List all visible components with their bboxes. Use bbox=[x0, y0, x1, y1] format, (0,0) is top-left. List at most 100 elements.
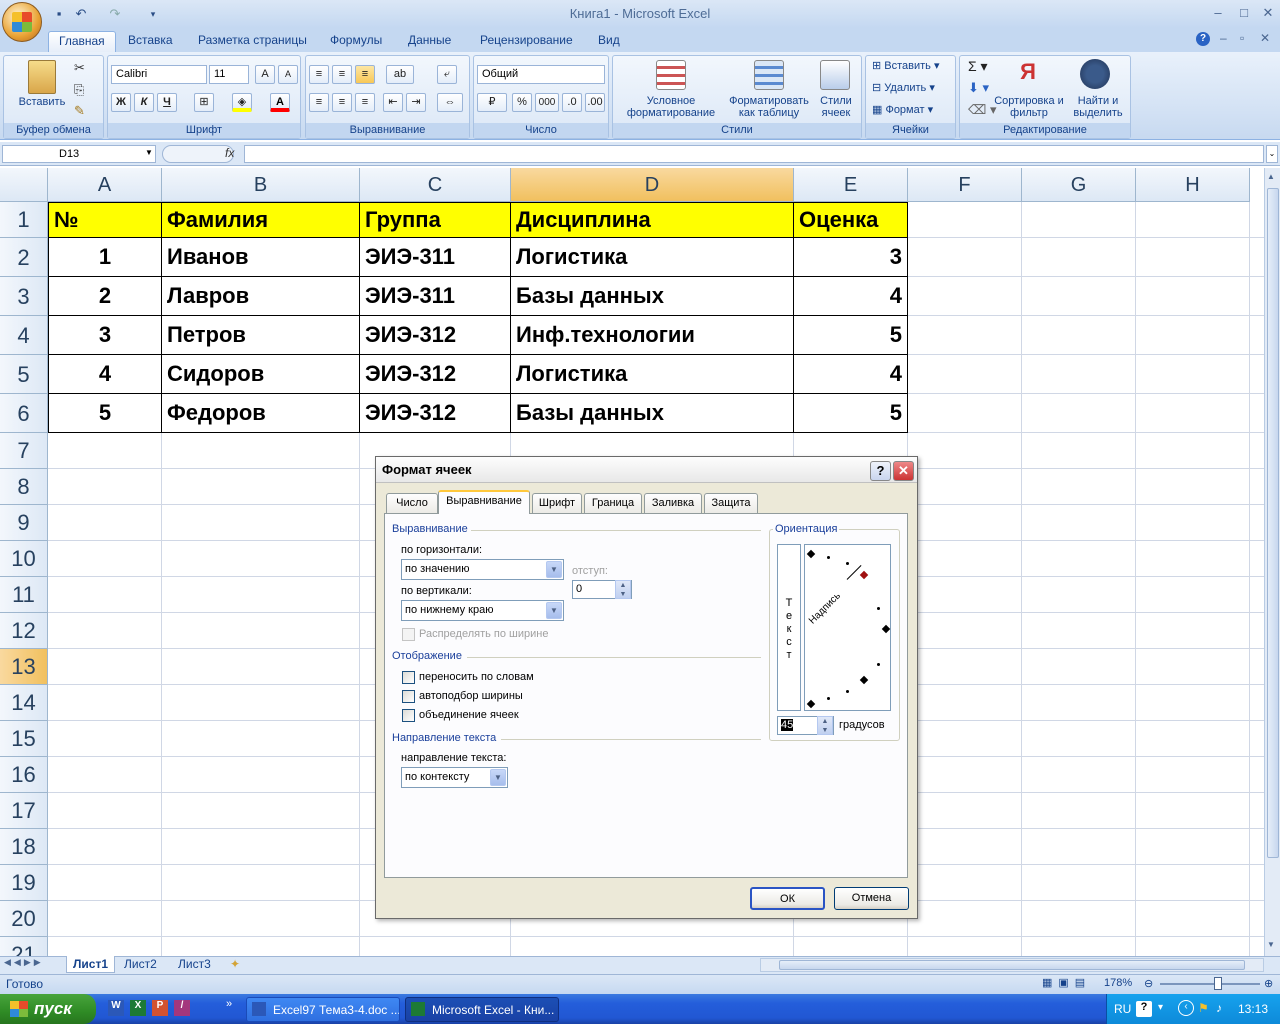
column-header-g[interactable]: G bbox=[1022, 168, 1136, 202]
table-cell[interactable]: ЭИЭ-312 bbox=[360, 316, 511, 355]
sort-filter-button[interactable]: Сортировка и фильтр bbox=[994, 95, 1064, 119]
table-cell[interactable]: Инф.технологии bbox=[511, 316, 794, 355]
scroll-down-icon[interactable]: ▼ bbox=[1267, 940, 1275, 949]
help-icon[interactable]: ? bbox=[1196, 32, 1210, 46]
align-right-icon[interactable]: ≡ bbox=[355, 93, 375, 112]
row-header-11[interactable]: 11 bbox=[0, 577, 48, 613]
column-header-b[interactable]: B bbox=[162, 168, 360, 202]
powerpoint-quicklaunch-icon[interactable]: P bbox=[152, 1000, 168, 1016]
column-header-h[interactable]: H bbox=[1136, 168, 1250, 202]
merge-checkbox[interactable] bbox=[402, 709, 415, 722]
underline-button[interactable]: Ч bbox=[157, 93, 177, 112]
row-header-15[interactable]: 15 bbox=[0, 721, 48, 757]
shrink-font-icon[interactable]: A bbox=[278, 65, 298, 84]
row-header-7[interactable]: 7 bbox=[0, 433, 48, 469]
tray-expand-icon[interactable]: ▾ bbox=[1158, 1002, 1163, 1013]
maximize-icon[interactable]: □ bbox=[1232, 5, 1256, 23]
row-header-19[interactable]: 19 bbox=[0, 865, 48, 901]
network-tray-icon[interactable]: ⚑ bbox=[1198, 1001, 1209, 1015]
delete-cells-button[interactable]: ⊟ Удалить ▾ bbox=[872, 82, 935, 94]
wrap-text-icon[interactable]: ⤶ bbox=[437, 65, 457, 84]
fill-icon[interactable]: ⬇ ▾ bbox=[968, 80, 989, 96]
table-cell[interactable]: Базы данных bbox=[511, 277, 794, 316]
other-quicklaunch-icon[interactable]: / bbox=[174, 1000, 190, 1016]
sheet-tab-2[interactable]: Лист2 bbox=[118, 956, 163, 973]
decrease-decimal-icon[interactable]: .00 bbox=[585, 93, 605, 112]
table-cell[interactable]: ЭИЭ-312 bbox=[360, 355, 511, 394]
minimize-icon[interactable]: – bbox=[1206, 5, 1230, 23]
align-middle-icon[interactable]: ≡ bbox=[332, 65, 352, 84]
table-cell[interactable]: 3 bbox=[794, 238, 908, 277]
merge-center-icon[interactable]: ⇔ bbox=[437, 93, 463, 112]
indent-spin-icon[interactable]: ▲ ▼ bbox=[615, 580, 631, 599]
dialog-tab-border[interactable]: Граница bbox=[584, 493, 642, 513]
increase-indent-icon[interactable]: ⇥ bbox=[406, 93, 426, 112]
row-header-8[interactable]: 8 bbox=[0, 469, 48, 505]
table-header-cell[interactable]: Группа bbox=[360, 202, 511, 238]
table-cell[interactable]: 4 bbox=[48, 355, 162, 394]
table-cell[interactable]: 5 bbox=[48, 394, 162, 433]
table-cell[interactable]: Логистика bbox=[511, 355, 794, 394]
format-as-table-button[interactable]: Форматировать как таблицу bbox=[723, 95, 815, 119]
align-center-icon[interactable]: ≡ bbox=[332, 93, 352, 112]
row-header-9[interactable]: 9 bbox=[0, 505, 48, 541]
tab-page-layout[interactable]: Разметка страницы bbox=[188, 31, 317, 52]
table-header-cell[interactable]: Фамилия bbox=[162, 202, 360, 238]
vertical-select[interactable]: по нижнему краю ▼ bbox=[401, 600, 564, 621]
row-header-21[interactable]: 21 bbox=[0, 937, 48, 956]
degrees-input[interactable]: 45 ▲ ▼ bbox=[777, 716, 834, 735]
align-left-icon[interactable]: ≡ bbox=[309, 93, 329, 112]
expand-formula-icon[interactable]: ⌄ bbox=[1266, 145, 1278, 163]
currency-icon[interactable]: ₽ bbox=[477, 93, 507, 112]
percent-button[interactable]: % bbox=[512, 93, 532, 112]
clear-icon[interactable]: ⌫ ▾ bbox=[968, 102, 997, 118]
volume-tray-icon[interactable]: ♪ bbox=[1216, 1001, 1222, 1015]
dialog-tab-font[interactable]: Шрифт bbox=[532, 493, 582, 513]
ribbon-close-icon[interactable]: ✕ bbox=[1260, 31, 1270, 45]
table-header-cell[interactable]: Дисциплина bbox=[511, 202, 794, 238]
row-header-10[interactable]: 10 bbox=[0, 541, 48, 577]
insert-function-button[interactable]: fx bbox=[225, 146, 234, 160]
decrease-indent-icon[interactable]: ⇤ bbox=[383, 93, 403, 112]
table-cell[interactable]: Логистика bbox=[511, 238, 794, 277]
thousands-button[interactable]: 000 bbox=[535, 93, 559, 112]
close-icon[interactable]: ✕ bbox=[1256, 5, 1280, 23]
table-cell[interactable]: 4 bbox=[794, 355, 908, 394]
ok-button[interactable]: ОК bbox=[750, 887, 825, 910]
find-select-button[interactable]: Найти и выделить bbox=[1066, 95, 1130, 119]
dialog-tab-alignment[interactable]: Выравнивание bbox=[438, 490, 530, 514]
tab-view[interactable]: Вид bbox=[588, 31, 630, 52]
select-all-button[interactable] bbox=[0, 168, 48, 202]
insert-cells-button[interactable]: ⊞ Вставить ▾ bbox=[872, 60, 940, 72]
row-header-1[interactable]: 1 bbox=[0, 202, 48, 238]
tab-review[interactable]: Рецензирование bbox=[470, 31, 583, 52]
indent-input[interactable]: 0 ▲ ▼ bbox=[572, 580, 632, 599]
name-box[interactable]: D13 bbox=[2, 145, 156, 163]
table-header-cell[interactable]: № bbox=[48, 202, 162, 238]
column-header-c[interactable]: C bbox=[360, 168, 511, 202]
table-cell[interactable]: 5 bbox=[794, 394, 908, 433]
column-header-f[interactable]: F bbox=[908, 168, 1022, 202]
view-buttons-icon[interactable]: ▦▣▤ bbox=[1042, 976, 1102, 991]
table-cell[interactable]: Федоров bbox=[162, 394, 360, 433]
table-cell[interactable]: 3 bbox=[48, 316, 162, 355]
table-cell[interactable]: Лавров bbox=[162, 277, 360, 316]
row-header-12[interactable]: 12 bbox=[0, 613, 48, 649]
tab-formulas[interactable]: Формулы bbox=[320, 31, 392, 52]
row-header-13[interactable]: 13 bbox=[0, 649, 48, 685]
sheet-tab-1[interactable]: Лист1 bbox=[66, 956, 116, 973]
sheet-nav-icon[interactable]: ◀◀▶▶ bbox=[4, 957, 44, 968]
increase-decimal-icon[interactable]: .0 bbox=[562, 93, 582, 112]
horizontal-select[interactable]: по значению ▼ bbox=[401, 559, 564, 580]
row-header-5[interactable]: 5 bbox=[0, 355, 48, 394]
table-cell[interactable]: 1 bbox=[48, 238, 162, 277]
cell-styles-button[interactable]: Стили ячеек bbox=[813, 95, 859, 119]
table-cell[interactable]: 4 bbox=[794, 277, 908, 316]
zoom-in-icon[interactable]: ⊕ bbox=[1264, 977, 1273, 990]
help-tray-icon[interactable]: ? bbox=[1136, 1001, 1152, 1017]
table-cell[interactable]: Петров bbox=[162, 316, 360, 355]
conditional-format-button[interactable]: Условное форматирование bbox=[616, 95, 726, 119]
row-header-4[interactable]: 4 bbox=[0, 316, 48, 355]
direction-select[interactable]: по контексту ▼ bbox=[401, 767, 508, 788]
table-cell[interactable]: 5 bbox=[794, 316, 908, 355]
